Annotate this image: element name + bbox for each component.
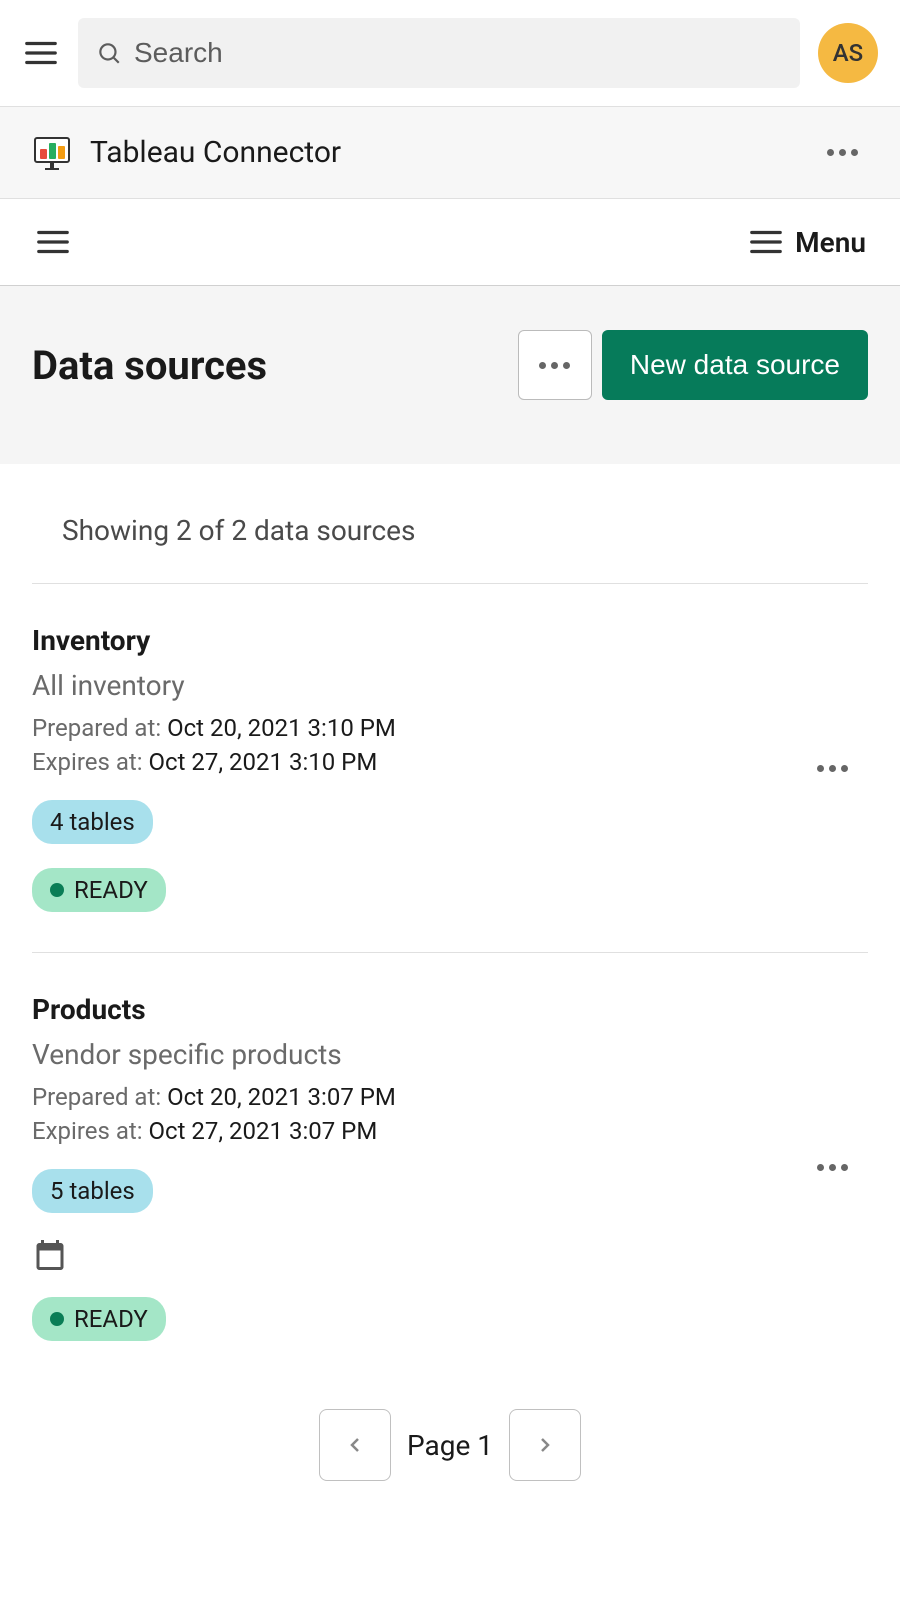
data-source-content: Inventory All inventory Prepared at: Oct… [32, 624, 797, 912]
page-header: Data sources New data source [0, 286, 900, 464]
prepared-value: Oct 20, 2021 3:07 PM [167, 1083, 396, 1111]
hamburger-icon [22, 34, 60, 72]
expires-value: Oct 27, 2021 3:10 PM [149, 748, 378, 776]
chevron-left-icon [343, 1433, 367, 1457]
next-page-button[interactable] [509, 1409, 581, 1481]
status-badge: READY [32, 1297, 166, 1341]
avatar[interactable]: AS [818, 23, 878, 83]
tables-badge: 4 tables [32, 800, 153, 844]
data-source-row: Inventory All inventory Prepared at: Oct… [32, 583, 868, 952]
expires-label: Expires at: [32, 748, 149, 776]
page-actions: New data source [518, 330, 868, 400]
content: Showing 2 of 2 data sources Inventory Al… [0, 464, 900, 1529]
expires-label: Expires at: [32, 1117, 149, 1145]
search-input[interactable] [134, 37, 782, 69]
chevron-right-icon [533, 1433, 557, 1457]
data-source-actions [797, 757, 868, 780]
status-badge: READY [32, 868, 166, 912]
data-source-title[interactable]: Inventory [32, 624, 797, 657]
prepared-value: Oct 20, 2021 3:10 PM [167, 714, 396, 742]
search-box[interactable] [78, 18, 800, 88]
data-source-expires: Expires at: Oct 27, 2021 3:10 PM [32, 748, 797, 776]
prepared-label: Prepared at: [32, 714, 167, 742]
app-title-bar: Tableau Connector [0, 106, 900, 199]
secondary-hamburger-button[interactable] [34, 223, 72, 261]
expires-value: Oct 27, 2021 3:07 PM [149, 1117, 378, 1145]
data-source-actions [797, 1156, 868, 1179]
app-title: Tableau Connector [90, 135, 341, 170]
tables-badge: 5 tables [32, 1169, 153, 1213]
data-source-expires: Expires at: Oct 27, 2021 3:07 PM [32, 1117, 797, 1145]
hamburger-menu-button[interactable] [22, 34, 60, 72]
data-source-title[interactable]: Products [32, 993, 797, 1026]
more-dots-icon [531, 354, 578, 377]
app-title-left: Tableau Connector [34, 135, 341, 170]
top-header: AS [0, 0, 900, 106]
row-more-button[interactable] [809, 1156, 856, 1179]
new-data-source-button[interactable]: New data source [602, 330, 868, 400]
app-more-button[interactable] [819, 141, 866, 164]
schedule-icon [32, 1237, 68, 1273]
row-more-button[interactable] [809, 757, 856, 780]
data-source-prepared: Prepared at: Oct 20, 2021 3:10 PM [32, 714, 797, 742]
hamburger-icon [747, 223, 785, 261]
pagination: Page 1 [32, 1381, 868, 1509]
prev-page-button[interactable] [319, 1409, 391, 1481]
data-source-row: Products Vendor specific products Prepar… [32, 952, 868, 1381]
data-source-subtitle: All inventory [32, 669, 797, 702]
data-source-content: Products Vendor specific products Prepar… [32, 993, 797, 1341]
data-source-prepared: Prepared at: Oct 20, 2021 3:07 PM [32, 1083, 797, 1111]
count-text: Showing 2 of 2 data sources [32, 514, 868, 583]
page-more-button[interactable] [518, 330, 592, 400]
page-title: Data sources [32, 342, 267, 389]
search-icon [96, 40, 122, 66]
page-label: Page 1 [407, 1429, 493, 1462]
menu-label: Menu [795, 226, 866, 259]
prepared-label: Prepared at: [32, 1083, 167, 1111]
app-icon [34, 137, 70, 169]
data-source-subtitle: Vendor specific products [32, 1038, 797, 1071]
hamburger-icon [34, 223, 72, 261]
secondary-bar: Menu [0, 199, 900, 286]
menu-button[interactable]: Menu [747, 223, 866, 261]
